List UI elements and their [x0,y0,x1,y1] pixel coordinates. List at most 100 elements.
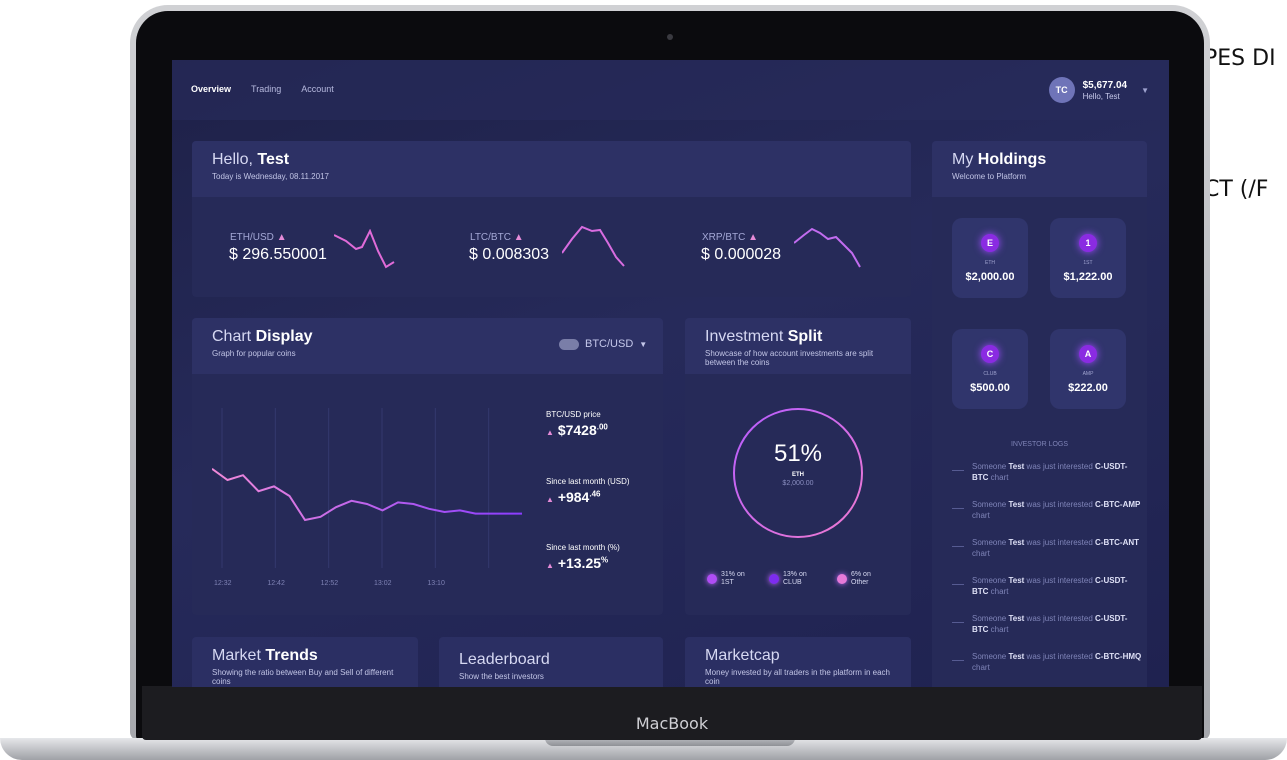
legend-item: 13% on CLUB [769,571,807,587]
ticker-price: $ 0.000028 [701,246,782,263]
market-trends-subtitle: Showing the ratio between Buy and Sell o… [212,668,394,686]
marketcap-subtitle: Money invested by all traders in the pla… [705,668,890,686]
holding-name: ETH [985,260,995,266]
legend-item: 31% on 1ST [707,571,745,587]
nav-overview[interactable]: Overview [191,84,231,94]
legend-dot [837,574,847,584]
split-subtitle: Showcase of how account investments are … [705,349,874,367]
split-title: Investment Split [705,328,823,345]
user-greeting: Hello, Test [1082,91,1120,101]
trend-icon [952,539,964,547]
log-item: Someone Test was just interested C-BTC-A… [952,499,1142,537]
marketcap-title: Marketcap [705,647,780,664]
price-line [212,467,522,522]
holding-name: CLUB [983,371,997,377]
split-center: 51% ETH $2,000.00 [725,440,871,487]
nav-trading[interactable]: Trading [251,84,281,94]
log-item: Someone Test was just interested C-BTC-H… [952,651,1142,687]
laptop-chin: MacBook [142,686,1202,740]
camera-icon [667,34,673,40]
marketcap-header: Marketcap Money invested by all traders … [685,637,911,687]
holding-tile[interactable]: 1 1ST $1,222.00 [1050,218,1126,298]
arrow-up-icon: ▲ [546,495,554,504]
legend-dot [769,574,779,584]
nav-account[interactable]: Account [301,84,334,94]
coin-selector-value: BTC/USD [585,338,634,350]
market-trends-card: Market Trends Showing the ratio between … [192,637,418,687]
investor-logs: Someone Test was just interested C-USDT-… [952,461,1142,687]
holding-name: AMP [1082,371,1094,377]
ticker-pair: XRP/BTC ▲ [702,232,759,243]
stat-value: ▲ +13.25% [546,555,609,571]
holding-amount: $500.00 [970,382,1010,394]
ticker-price: $ 296.550001 [229,246,327,263]
chevron-down-icon[interactable]: ▼ [1141,86,1149,95]
x-tick-label: 13:10 [427,580,445,587]
split-amount: $2,000.00 [782,480,814,487]
laptop-brand: MacBook [635,714,709,733]
log-item: Someone Test was just interested C-BTC-A… [952,537,1142,575]
log-item: Someone Test was just interested C-USDT-… [952,613,1142,651]
holding-tile[interactable]: E ETH $2,000.00 [952,218,1028,298]
holding-name: 1ST [1083,260,1093,266]
chevron-down-icon: ▼ [639,339,648,349]
trend-icon [952,653,964,661]
main-nav: Overview Trading Account [191,84,334,94]
account-balance: $5,677.04 [1082,79,1128,91]
coin-selector[interactable]: BTC/USD ▼ [559,338,647,350]
arrow-up-icon: ▲ [748,232,759,243]
stat-value: ▲ $7428.00 [546,422,608,438]
hello-title: Hello, Test [212,151,290,168]
log-item: Someone Test was just interested C-USDT-… [952,461,1142,499]
coins-icon [559,338,579,350]
leaderboard-header: Leaderboard Show the best investors [439,637,663,687]
trend-icon [952,501,964,509]
user-menu[interactable]: TC $5,677.04 Hello, Test ▼ [1048,77,1149,103]
holding-tile[interactable]: C CLUB $500.00 [952,329,1028,409]
hello-card-header: Hello, Test Today is Wednesday, 08.11.20… [192,141,911,197]
ticker-pair: ETH/USD ▲ [230,232,287,243]
stat-label: Since last month (USD) [546,477,630,486]
arrow-up-icon: ▲ [276,232,287,243]
holdings-subtitle: Welcome to Platform [952,172,1027,181]
dashboard-screen: Overview Trading Account TC $5,677.04 He… [172,60,1169,687]
trend-icon [952,615,964,623]
club-coin-icon: C [981,345,999,363]
trend-icon [952,577,964,585]
investment-split-card: Investment Split Showcase of how account… [685,318,911,615]
stat-value: ▲ +984.46 [546,489,601,505]
top-bar: Overview Trading Account TC $5,677.04 He… [172,60,1169,120]
investor-logs-title: INVESTOR LOGS [1010,441,1069,448]
arrow-up-icon: ▲ [546,428,554,437]
stage: PES DI CT (/F MacBook Overview Trading A… [0,0,1287,760]
split-card-header: Investment Split Showcase of how account… [685,318,911,374]
x-tick-label: 13:02 [374,580,392,587]
amp-coin-icon: A [1079,345,1097,363]
avatar[interactable]: TC [1048,77,1075,103]
cutoff-text: CT (/F [1204,177,1269,202]
eth-coin-icon: E [981,234,999,252]
x-tick-label: 12:52 [320,580,339,587]
holdings-title: My Holdings [952,151,1047,168]
arrow-up-icon: ▲ [546,561,554,570]
stat-label: Since last month (%) [546,543,620,552]
legend-item: 6% on Other [837,571,871,587]
split-coin: ETH [792,472,804,478]
hello-card: Hello, Test Today is Wednesday, 08.11.20… [192,141,911,297]
holding-tile[interactable]: A AMP $222.00 [1050,329,1126,409]
xrp-sparkline [794,227,861,268]
market-trends-title: Market Trends [212,647,318,664]
x-tick-label: 12:42 [267,580,285,587]
price-chart [212,408,522,568]
holding-amount: $222.00 [1068,382,1108,394]
holding-amount: $2,000.00 [965,271,1015,283]
arrow-up-icon: ▲ [513,232,524,243]
x-tick-label: 12:32 [214,580,232,587]
ltc-sparkline [562,225,625,267]
holding-amount: $1,222.00 [1063,271,1113,283]
market-trends-header: Market Trends Showing the ratio between … [192,637,418,687]
marketcap-card: Marketcap Money invested by all traders … [685,637,911,687]
chart-subtitle: Graph for popular coins [212,349,296,358]
trend-icon [952,463,964,471]
ticker-price: $ 0.008303 [469,246,550,263]
